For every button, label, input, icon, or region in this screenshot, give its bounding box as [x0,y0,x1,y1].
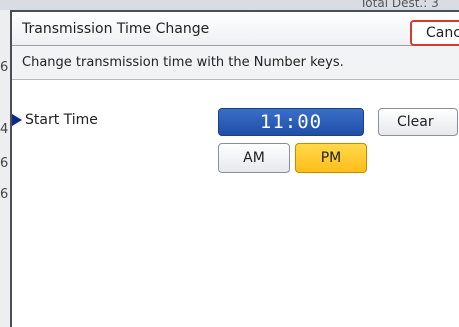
pm-button[interactable]: PM [295,143,367,173]
cancel-button[interactable]: Cancel [410,20,459,46]
background-digit: 6 [0,60,9,75]
background-digit: 4 [0,122,9,137]
dialog-title-bar: Transmission Time Change [12,12,459,46]
dialog-title: Transmission Time Change [22,21,210,37]
background-digit: 6 [0,187,9,202]
time-display[interactable]: 11:00 [218,108,364,136]
play-arrow-icon [12,114,22,126]
background-total-destinations: Total Dest.: 3 [360,0,439,10]
instruction-text: Change transmission time with the Number… [22,55,344,70]
am-button[interactable]: AM [218,143,290,173]
instruction-bar: Change transmission time with the Number… [12,46,459,80]
clear-button[interactable]: Clear [378,108,458,136]
start-time-label: Start Time [25,112,98,128]
background-digit: 6 [0,156,9,171]
start-time-row-label: Start Time [12,112,98,128]
